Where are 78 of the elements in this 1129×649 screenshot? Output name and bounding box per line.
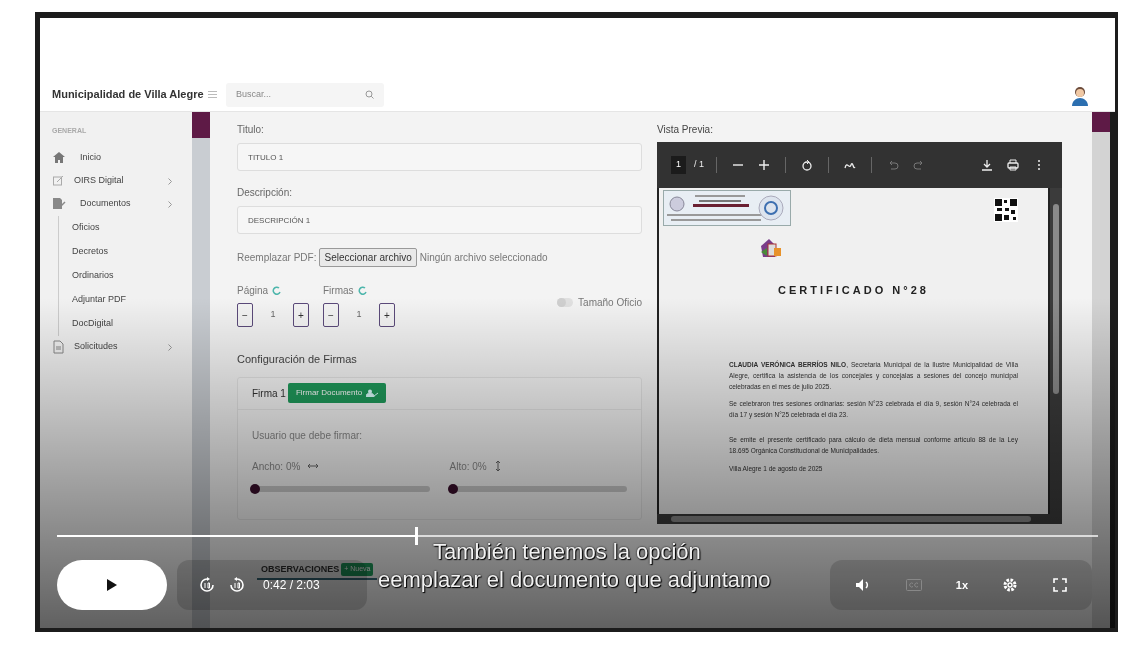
documents-icon: [52, 197, 66, 211]
chevron-icon: [168, 177, 172, 185]
file-status: Ningún archivo seleccionado: [419, 251, 548, 265]
stepper-value: 1: [355, 308, 363, 322]
sidebar-item[interactable]: Inicio: [52, 146, 182, 170]
progress-bar[interactable]: [57, 530, 1098, 542]
printer-icon[interactable]: [1007, 159, 1019, 171]
plus-button[interactable]: +: [379, 303, 395, 327]
minus-button[interactable]: −: [237, 303, 253, 327]
field-label: Usuario que debe firmar:: [252, 428, 364, 443]
play-button[interactable]: [57, 560, 167, 610]
horizontal-arrows-icon: [308, 463, 319, 469]
sidebar-item[interactable]: Solicitudes: [52, 335, 182, 359]
sign-document-button[interactable]: Firmar Documento: [287, 383, 387, 403]
qr-code-icon: [994, 198, 1018, 222]
info-icon: [272, 286, 282, 295]
field-label: Descripción:: [237, 186, 294, 200]
sidebar-subitem[interactable]: Ordinarios: [72, 263, 182, 288]
home-icon: [52, 151, 66, 165]
sidebar-item[interactable]: Documentos: [52, 192, 182, 216]
page-number-field[interactable]: 1: [671, 156, 686, 174]
scrollbar-thumb[interactable]: [1092, 112, 1110, 132]
field-label: Página: [237, 284, 269, 298]
card-title: Firma 1: [252, 386, 286, 401]
sidebar-subitem[interactable]: Decretos: [72, 239, 182, 264]
slider-thumb[interactable]: [447, 483, 458, 494]
scrollbar-thumb[interactable]: [671, 516, 1031, 522]
toggle-label: Tamaño Oficio: [578, 296, 642, 310]
rotate-icon[interactable]: [801, 159, 814, 171]
info-icon: [357, 286, 367, 295]
caption-line: eemplazar el documento que adjuntamo: [378, 566, 771, 594]
chevron-icon: [168, 343, 172, 351]
field-label: Firmas: [323, 284, 354, 298]
fullscreen-icon[interactable]: [1052, 578, 1067, 592]
sidebar-subitem[interactable]: Adjuntar PDF: [72, 287, 182, 312]
minus-button[interactable]: −: [323, 303, 339, 327]
progress-handle[interactable]: [415, 527, 419, 545]
slider-track[interactable]: [449, 485, 627, 492]
zoom-in-icon[interactable]: [758, 159, 771, 171]
search-field[interactable]: Buscar...: [226, 82, 384, 107]
slider-thumb[interactable]: [250, 483, 260, 494]
text-field[interactable]: DESCRIPCIÓN 1: [237, 206, 642, 234]
slider-label: Ancho: 0%: [252, 459, 301, 474]
edit-icon: [52, 174, 66, 188]
caption-line: También tenemos la opción: [433, 538, 701, 566]
field-label: Reemplazar PDF:: [237, 251, 317, 265]
slider-label: Alto: 0%: [449, 459, 487, 474]
plus-button[interactable]: +: [293, 303, 309, 327]
rewind-icon[interactable]: [199, 577, 215, 593]
scrollbar-thumb[interactable]: [1053, 204, 1059, 394]
vertical-arrows-icon: [494, 461, 501, 471]
section-title: Vista Previa:: [657, 123, 714, 137]
search-icon: [365, 90, 374, 99]
stepper-value: 1: [269, 308, 277, 322]
text-field[interactable]: TITULO 1: [237, 143, 642, 171]
toggle-switch[interactable]: [557, 298, 574, 307]
municipal-logo-drawing: [759, 236, 783, 260]
download-icon[interactable]: [981, 159, 993, 171]
time-display: 0:42 / 2:03: [263, 577, 320, 594]
sidebar-subitem[interactable]: DocDigital: [72, 311, 182, 336]
document-title: CERTIFICADO N°28: [777, 283, 930, 298]
file-select-button[interactable]: Seleccionar archivo: [319, 248, 417, 267]
slider-track[interactable]: [252, 485, 430, 492]
chevron-icon: [168, 200, 172, 208]
speed-button[interactable]: 1x: [955, 576, 969, 594]
play-icon: [107, 579, 117, 591]
file-icon: [52, 340, 66, 354]
signature-icon: [366, 389, 379, 397]
sidebar-subitem[interactable]: Oficios: [72, 215, 182, 240]
section-title: Configuración de Firmas: [237, 352, 358, 367]
settings-icon[interactable]: [1002, 577, 1019, 593]
scrollbar-thumb[interactable]: [192, 112, 210, 138]
field-label: Titulo:: [237, 123, 265, 137]
forward-icon[interactable]: [229, 577, 245, 593]
sidebar-item[interactable]: OIRS Digital: [52, 169, 182, 193]
page-total: / 1: [694, 158, 705, 172]
search-placeholder: Buscar...: [236, 87, 271, 101]
app-title: Municipalidad de Villa Alegre: [52, 87, 204, 103]
